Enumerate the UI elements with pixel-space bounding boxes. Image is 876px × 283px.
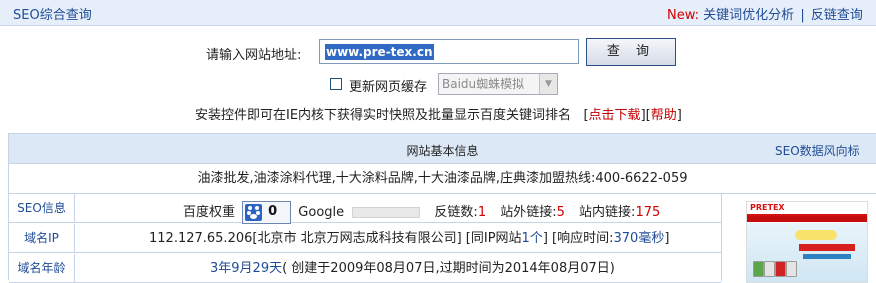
query-button[interactable]: 查 询 — [586, 38, 676, 66]
spider-simulation-select[interactable]: Baidu蜘蛛模拟 ▼ — [438, 73, 558, 95]
help-rb: ] — [676, 108, 682, 123]
plugin-notice-text: 安装控件即可在IE内核下获得实时快照及批量显示百度关键词排名 — [195, 108, 572, 123]
domain-age-detail: ( 创建于2009年08月07日,过期时间为2014年08月07日) — [282, 261, 615, 276]
url-input-value: www.pre-tex.cn — [325, 44, 434, 60]
external-links-label: 站外链接: — [500, 205, 557, 220]
plugin-notice: 安装控件即可在IE内核下获得实时快照及批量显示百度关键词排名 [点击下载][帮助… — [195, 104, 682, 123]
refresh-cache-label: 更新网页缓存 — [349, 80, 428, 95]
thumb-header: PRETEX — [747, 202, 867, 216]
site-description: 油漆批发,油漆涂料代理,十大涂料品牌,十大油漆品牌,庄典漆加盟热线:400-66… — [9, 164, 876, 194]
domain-age-label[interactable]: 域名年龄 — [9, 254, 75, 283]
header-links: New: 关键词优化分析 | 反链查询 — [667, 4, 863, 23]
site-info-table: 网站基本信息 SEO数据风向标 油漆批发,油漆涂料代理,十大涂料品牌,十大油漆品… — [8, 133, 876, 283]
response-time-value: 370毫秒 — [613, 231, 665, 246]
table-header: 网站基本信息 SEO数据风向标 — [9, 134, 876, 164]
baidu-weight-badge[interactable]: 0 — [242, 201, 292, 224]
thumb-paint-can — [775, 261, 786, 277]
response-time-post: ] — [664, 231, 670, 246]
internal-links-label: 站内链接: — [579, 205, 636, 220]
response-time-pre: [响应时间: — [552, 231, 614, 246]
same-ip-post: ] — [542, 231, 548, 246]
baidu-paw-icon — [245, 204, 263, 221]
seo-info-label[interactable]: SEO信息 — [9, 194, 75, 223]
chevron-down-icon: ▼ — [539, 74, 557, 94]
seo-info-values: 百度权重 0 Google 反链数:1 站外链接:5 站内链接:175 — [183, 201, 660, 224]
thumb-paint-can — [753, 261, 764, 277]
site-thumbnail[interactable]: PRETEX — [746, 201, 868, 283]
header-separator: | — [800, 8, 805, 23]
domain-ip-label[interactable]: 域名IP — [9, 224, 75, 253]
thumb-nav — [747, 216, 867, 222]
backlink-query-link[interactable]: 反链查询 — [811, 8, 863, 23]
backlinks-value[interactable]: 1 — [478, 205, 486, 220]
help-link[interactable]: 帮助 — [651, 108, 677, 123]
keyword-optimization-link[interactable]: 关键词优化分析 — [703, 8, 794, 23]
thumb-paint-can — [786, 261, 797, 277]
site-thumbnail-cell: PRETEX — [721, 194, 876, 283]
url-label: 请输入网站地址: — [206, 48, 302, 63]
url-input[interactable]: www.pre-tex.cn — [319, 39, 579, 64]
thumb-badge — [795, 230, 837, 240]
same-ip-link[interactable]: 1个 — [522, 231, 543, 246]
baidu-weight-label: 百度权重 — [183, 205, 236, 220]
download-link[interactable]: 点击下载 — [589, 108, 641, 123]
backlinks-label: 反链数: — [434, 205, 478, 220]
thumb-paint-can — [764, 261, 775, 277]
same-ip-pre: [同IP网站 — [465, 231, 522, 246]
thumb-slogan-sub — [803, 254, 851, 259]
ip-address: 112.127.65.206[北京市 北京万网志成科技有限公司] — [149, 231, 462, 246]
page-title: SEO综合查询 — [13, 8, 92, 23]
spider-simulation-value: Baidu蜘蛛模拟 — [442, 77, 525, 91]
google-label: Google — [298, 205, 345, 220]
domain-age-value: 3年9月29天 — [210, 261, 283, 276]
seo-info-row: 百度权重 0 Google 反链数:1 站外链接:5 站内链接:175 — [75, 194, 721, 224]
top-bar: SEO综合查询 New: 关键词优化分析 | 反链查询 — [0, 0, 876, 26]
baidu-weight-value: 0 — [268, 204, 278, 219]
thumb-slogan — [799, 244, 855, 251]
refresh-cache-checkbox[interactable] — [330, 78, 342, 90]
thumb-logo: PRETEX — [750, 203, 785, 212]
new-label: New: — [667, 8, 700, 23]
internal-links-value[interactable]: 175 — [635, 205, 660, 220]
domain-ip-row: 112.127.65.206[北京市 北京万网志成科技有限公司] [同IP网站1… — [75, 224, 721, 253]
google-pr-bar — [352, 207, 421, 218]
external-links-value[interactable]: 5 — [557, 205, 565, 220]
seo-trend-link[interactable]: SEO数据风向标 — [775, 142, 860, 159]
table-title: 网站基本信息 — [406, 144, 479, 158]
domain-age-row: 3年9月29天( 创建于2009年08月07日,过期时间为2014年08月07日… — [75, 254, 721, 283]
